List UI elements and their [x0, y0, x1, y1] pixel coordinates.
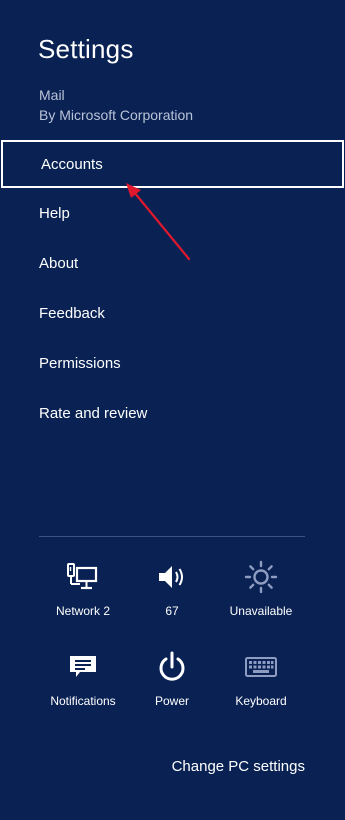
keyboard-tile[interactable]: Keyboard [217, 650, 305, 740]
menu-item-feedback[interactable]: Feedback [0, 288, 345, 338]
menu-item-help[interactable]: Help [0, 188, 345, 238]
settings-menu: Accounts Help About Feedback Permissions… [0, 140, 345, 438]
menu-item-label: Rate and review [39, 404, 148, 422]
menu-item-label: Accounts [41, 155, 103, 173]
menu-item-label: About [39, 254, 79, 272]
brightness-label: Unavailable [229, 604, 293, 618]
quick-settings: Network 2 67 Unavailable Notifications P… [39, 560, 305, 740]
notifications-tile[interactable]: Notifications [39, 650, 127, 740]
power-label: Power [154, 694, 189, 708]
network-tile[interactable]: Network 2 [39, 560, 127, 650]
divider [39, 536, 305, 537]
notifications-icon [66, 650, 100, 684]
menu-item-label: Help [39, 204, 70, 222]
menu-item-rate-and-review[interactable]: Rate and review [0, 388, 345, 438]
volume-tile[interactable]: 67 [128, 560, 216, 650]
change-pc-settings-link[interactable]: Change PC settings [172, 758, 305, 775]
speaker-icon [155, 560, 189, 594]
brightness-icon [244, 560, 278, 594]
menu-item-label: Feedback [39, 304, 105, 322]
network-icon [66, 560, 100, 594]
app-name: Mail [39, 87, 65, 103]
power-icon [155, 650, 189, 684]
menu-item-accounts[interactable]: Accounts [1, 140, 344, 188]
menu-item-permissions[interactable]: Permissions [0, 338, 345, 388]
brightness-tile[interactable]: Unavailable [217, 560, 305, 650]
menu-item-about[interactable]: About [0, 238, 345, 288]
settings-title: Settings [38, 34, 134, 64]
notifications-label: Notifications [50, 694, 116, 708]
power-tile[interactable]: Power [128, 650, 216, 740]
menu-item-label: Permissions [39, 354, 121, 372]
keyboard-icon [244, 650, 278, 684]
keyboard-label: Keyboard [235, 694, 287, 708]
network-label: Network 2 [55, 604, 111, 618]
volume-label: 67 [165, 604, 179, 618]
app-publisher: By Microsoft Corporation [39, 107, 194, 123]
